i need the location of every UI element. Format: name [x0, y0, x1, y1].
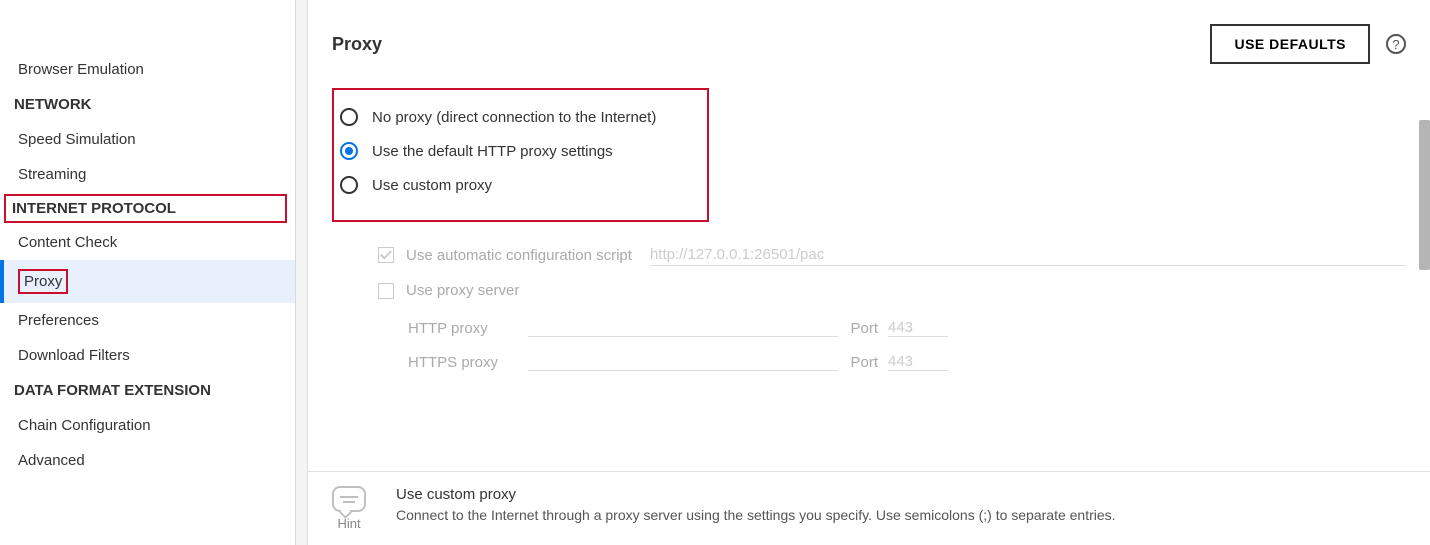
- sidebar-item-browser-emulation[interactable]: Browser Emulation: [0, 52, 295, 87]
- http-proxy-label: HTTP proxy: [408, 320, 528, 337]
- page-title: Proxy: [332, 34, 1210, 55]
- hint-panel: Hint Use custom proxy Connect to the Int…: [308, 471, 1430, 545]
- radio-icon: [340, 176, 358, 194]
- https-proxy-label: HTTPS proxy: [408, 354, 528, 371]
- scrollbar-thumb[interactable]: [1419, 120, 1430, 270]
- radio-label: Use custom proxy: [372, 177, 492, 194]
- sidebar-header-data-format: DATA FORMAT EXTENSION: [0, 373, 295, 408]
- sidebar-item-content-check[interactable]: Content Check: [0, 225, 295, 260]
- radio-default-proxy[interactable]: Use the default HTTP proxy settings: [340, 134, 695, 168]
- sidebar-item-preferences[interactable]: Preferences: [0, 303, 295, 338]
- sidebar-item-speed-simulation[interactable]: Speed Simulation: [0, 122, 295, 157]
- http-proxy-input[interactable]: [528, 319, 838, 337]
- radio-custom-proxy[interactable]: Use custom proxy: [340, 168, 695, 202]
- auto-config-checkbox[interactable]: [378, 247, 394, 263]
- pane-divider[interactable]: [296, 0, 308, 545]
- auto-config-label: Use automatic configuration script: [406, 247, 632, 264]
- sidebar-header-internet-protocol: INTERNET PROTOCOL: [12, 200, 279, 217]
- highlight-internet-protocol: INTERNET PROTOCOL: [4, 194, 287, 223]
- use-proxy-server-label: Use proxy server: [406, 282, 519, 299]
- sidebar-item-proxy[interactable]: Proxy: [0, 260, 295, 303]
- http-port-input[interactable]: [888, 319, 948, 337]
- hint-caption: Hint: [332, 516, 366, 531]
- hint-description: Connect to the Internet through a proxy …: [396, 507, 1116, 523]
- sidebar-item-advanced[interactable]: Advanced: [0, 443, 295, 478]
- sidebar-header-network: NETWORK: [0, 87, 295, 122]
- sidebar-item-chain-configuration[interactable]: Chain Configuration: [0, 408, 295, 443]
- custom-proxy-section: Use automatic configuration script Use p…: [378, 236, 1406, 379]
- https-port-label: Port: [838, 354, 888, 371]
- radio-icon: [340, 142, 358, 160]
- radio-icon: [340, 108, 358, 126]
- use-proxy-server-checkbox[interactable]: [378, 283, 394, 299]
- http-port-label: Port: [838, 320, 888, 337]
- main-panel: Proxy USE DEFAULTS ? No proxy (direct co…: [308, 0, 1430, 545]
- https-proxy-input[interactable]: [528, 353, 838, 371]
- https-port-input[interactable]: [888, 353, 948, 371]
- radio-label: Use the default HTTP proxy settings: [372, 143, 613, 160]
- sidebar-item-label: Proxy: [18, 269, 68, 294]
- use-defaults-button[interactable]: USE DEFAULTS: [1210, 24, 1370, 64]
- hint-icon: Hint: [332, 486, 366, 531]
- proxy-mode-radio-group: No proxy (direct connection to the Inter…: [332, 88, 709, 222]
- radio-label: No proxy (direct connection to the Inter…: [372, 109, 656, 126]
- help-icon[interactable]: ?: [1386, 34, 1406, 54]
- auto-config-script-input[interactable]: [650, 244, 1406, 266]
- radio-no-proxy[interactable]: No proxy (direct connection to the Inter…: [340, 100, 695, 134]
- sidebar-item-streaming[interactable]: Streaming: [0, 157, 295, 192]
- sidebar-item-download-filters[interactable]: Download Filters: [0, 338, 295, 373]
- hint-title: Use custom proxy: [396, 486, 1116, 503]
- sidebar: Browser Emulation NETWORK Speed Simulati…: [0, 0, 296, 545]
